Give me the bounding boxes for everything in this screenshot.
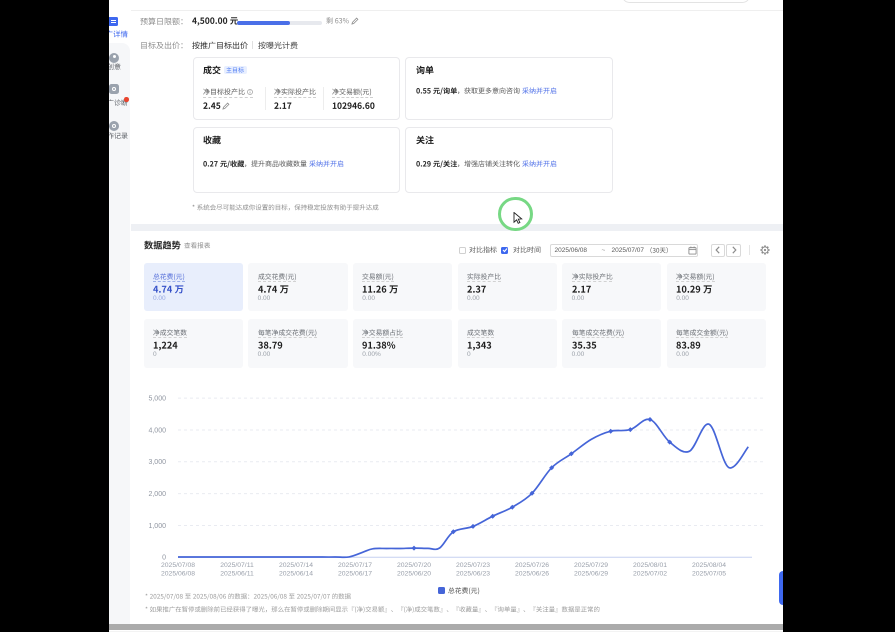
svg-text:3,000: 3,000 [148,459,166,466]
svg-text:2025/07/23: 2025/07/23 [456,562,490,569]
svg-text:2025/08/01: 2025/08/01 [633,562,667,569]
svg-text:5,000: 5,000 [148,396,166,403]
svg-text:2025/08/04: 2025/08/04 [692,562,726,569]
svg-text:2025/06/26: 2025/06/26 [515,571,549,578]
svg-text:2025/06/14: 2025/06/14 [279,571,313,578]
svg-text:2,000: 2,000 [148,491,166,498]
svg-text:2025/07/26: 2025/07/26 [515,562,549,569]
svg-text:2025/06/20: 2025/06/20 [397,571,431,578]
svg-text:4,000: 4,000 [148,427,166,434]
svg-text:1,000: 1,000 [148,523,166,530]
svg-text:2025/07/11: 2025/07/11 [220,562,254,569]
svg-text:2025/06/23: 2025/06/23 [456,571,490,578]
svg-text:2025/06/08: 2025/06/08 [161,571,195,578]
svg-text:2025/07/05: 2025/07/05 [692,571,726,578]
svg-text:0: 0 [162,555,166,562]
svg-text:2025/07/20: 2025/07/20 [397,562,431,569]
svg-text:2025/06/29: 2025/06/29 [574,571,608,578]
svg-text:2025/07/02: 2025/07/02 [633,571,667,578]
svg-text:2025/07/17: 2025/07/17 [338,562,372,569]
svg-text:2025/07/08: 2025/07/08 [161,562,195,569]
svg-text:2025/06/17: 2025/06/17 [338,571,372,578]
svg-text:2025/07/14: 2025/07/14 [279,562,313,569]
svg-text:2025/07/29: 2025/07/29 [574,562,608,569]
svg-text:2025/06/11: 2025/06/11 [220,571,254,578]
